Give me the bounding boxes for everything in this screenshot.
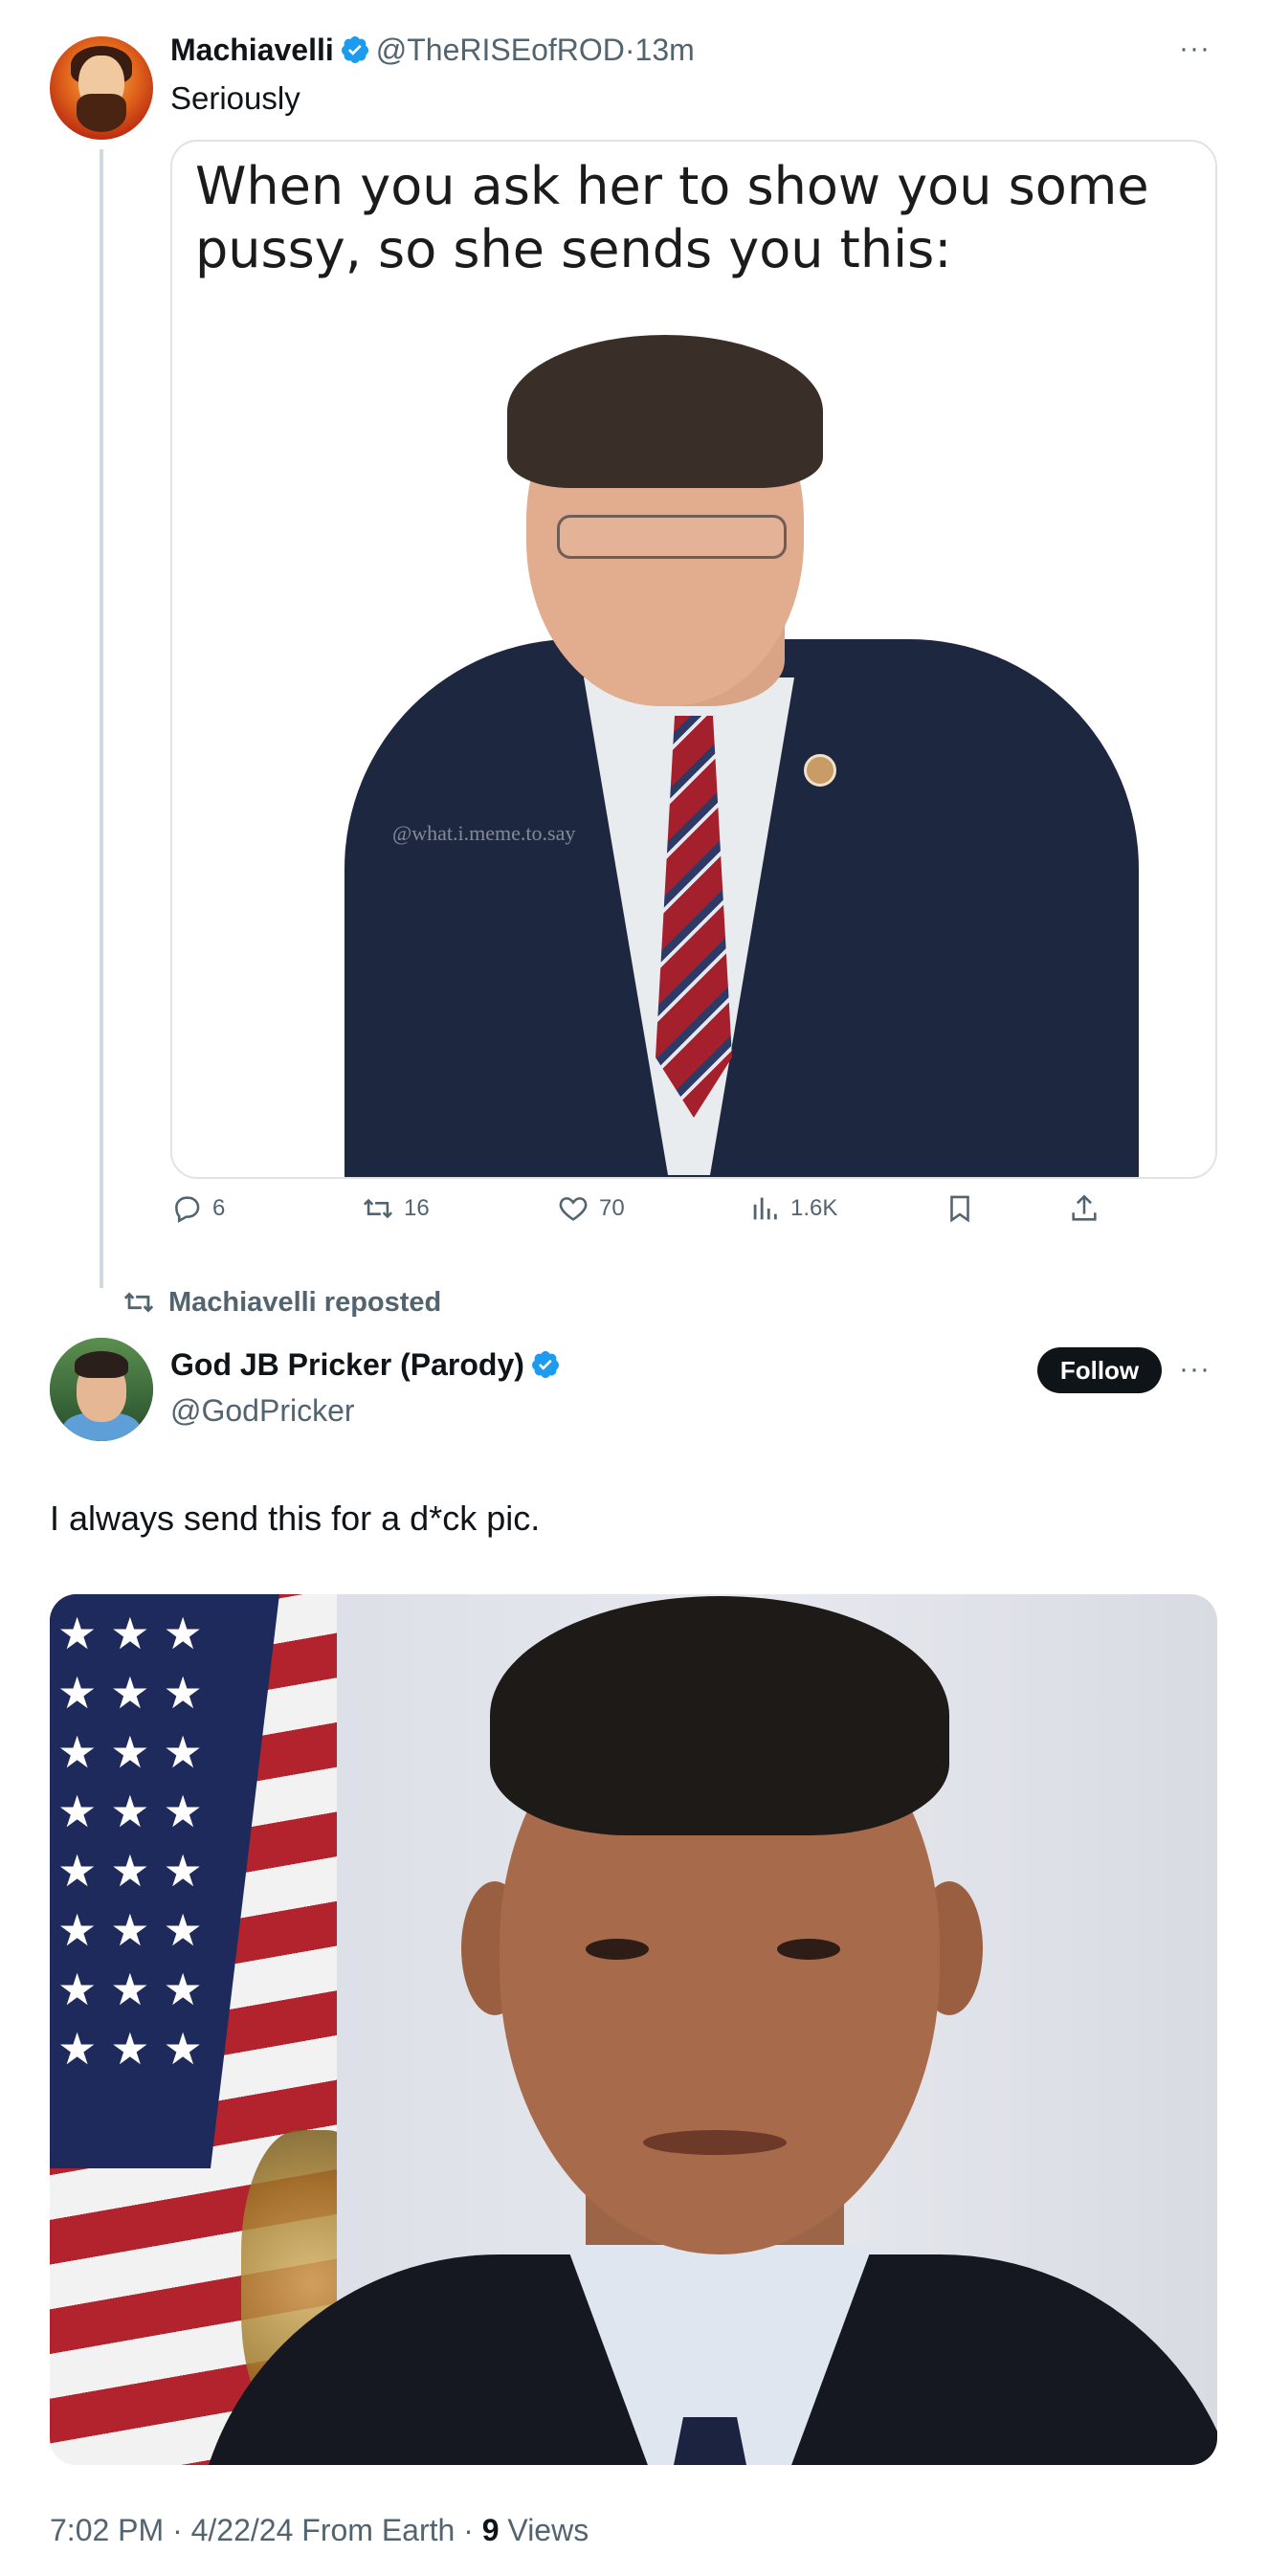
views-label: Views	[507, 2513, 589, 2547]
bookmark-icon	[950, 1195, 969, 1223]
author-handle[interactable]: @GodPricker	[170, 1393, 355, 1429]
tweet-time[interactable]: 13m	[635, 33, 695, 67]
thread-line	[100, 149, 103, 1288]
repost-icon	[123, 1292, 154, 1313]
share-button[interactable]	[1068, 1192, 1110, 1225]
tweet-source: From Earth	[301, 2513, 456, 2547]
tweet-media[interactable]: ★★★ ★★★ ★★★ ★★★ ★★★ ★★★ ★★★ ★★★	[50, 1594, 1217, 2465]
author-name[interactable]: Machiavelli	[170, 33, 334, 67]
tweet-media[interactable]: When you ask her to show you some pussy,…	[170, 140, 1217, 1179]
verified-badge-icon	[341, 36, 368, 63]
tweet-date[interactable]: 4/22/24	[191, 2513, 294, 2547]
tweet-header: God JB Pricker (Parody)	[170, 1347, 567, 1383]
avatar[interactable]	[50, 36, 153, 140]
tweet-timestamp: 7:02 PM · 4/22/24 From Earth · 9 Views	[50, 2513, 589, 2547]
separator-dot: ·	[624, 33, 635, 67]
tweet-actions: 6 16 70 1.6K	[170, 1192, 1185, 1232]
tweet-text: Seriously	[170, 80, 300, 116]
tweet-time[interactable]: 7:02 PM	[50, 2513, 164, 2547]
author-name[interactable]: God JB Pricker (Parody)	[170, 1347, 524, 1382]
more-icon[interactable]: ···	[1179, 33, 1211, 65]
more-icon[interactable]: ···	[1179, 1353, 1211, 1386]
views-count: 9	[481, 2513, 500, 2547]
share-icon	[1072, 1194, 1097, 1221]
reply-count: 6	[212, 1195, 226, 1221]
views-count: 1.6K	[790, 1195, 838, 1221]
reply-button[interactable]: 6	[170, 1192, 225, 1225]
repost-count: 16	[404, 1195, 430, 1221]
repost-button[interactable]: 16	[362, 1192, 430, 1225]
views-button[interactable]: 1.6K	[748, 1192, 837, 1225]
verified-badge-icon	[531, 1351, 559, 1378]
tweet-header: Machiavelli @TheRISEofROD·13m	[170, 33, 695, 68]
repost-icon	[363, 1198, 393, 1219]
tweet-text: I always send this for a d*ck pic.	[50, 1499, 541, 1538]
author-handle[interactable]: @TheRISEofROD	[376, 33, 625, 67]
like-count: 70	[599, 1195, 625, 1221]
repost-label[interactable]: Machiavelli reposted	[122, 1286, 441, 1319]
follow-button[interactable]: Follow	[1037, 1347, 1162, 1393]
meme-caption: When you ask her to show you some pussy,…	[195, 156, 1149, 279]
reply-icon	[175, 1196, 200, 1223]
avatar[interactable]	[50, 1338, 153, 1441]
repost-label-text: Machiavelli reposted	[168, 1286, 442, 1318]
like-button[interactable]: 70	[557, 1192, 625, 1225]
views-chart-icon	[753, 1197, 777, 1220]
bookmark-button[interactable]	[944, 1192, 986, 1225]
heart-icon	[559, 1197, 588, 1221]
media-watermark: @what.i.meme.to.say	[392, 821, 576, 845]
